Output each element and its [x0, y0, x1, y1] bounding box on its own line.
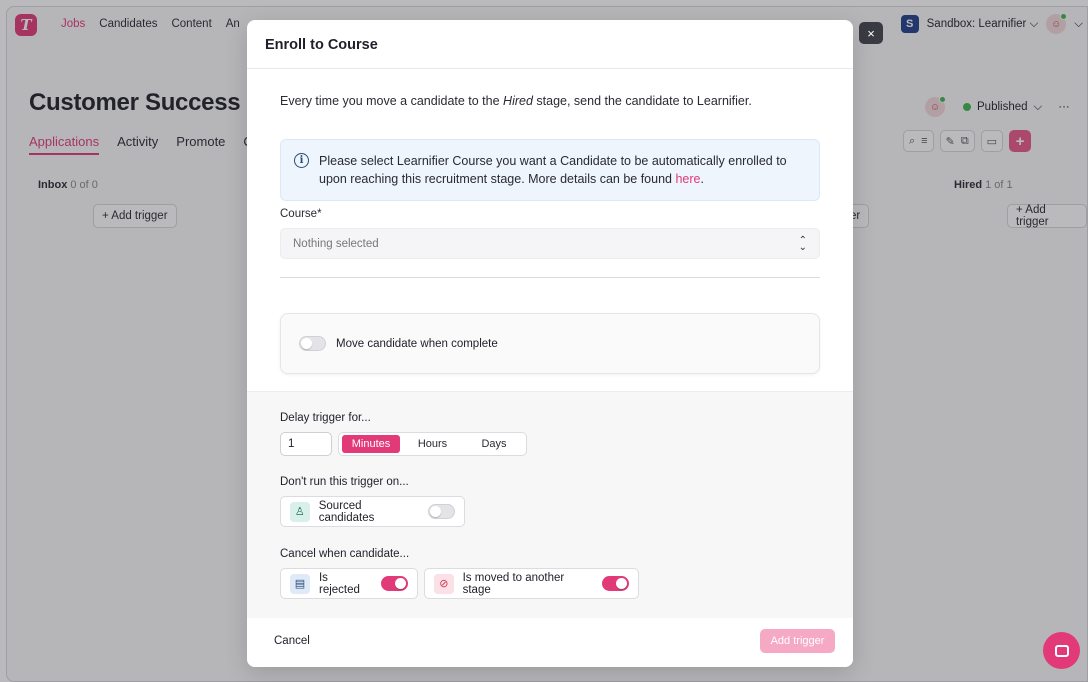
unit-minutes[interactable]: Minutes	[342, 435, 400, 453]
support-chat-button[interactable]	[1043, 632, 1080, 669]
cancel-button[interactable]: Cancel	[274, 635, 310, 647]
course-label: Course*	[280, 208, 322, 220]
move-candidate-card: Move candidate when complete	[280, 313, 820, 374]
blocked-icon: ⊘	[434, 573, 454, 594]
course-select-value: Nothing selected	[293, 237, 379, 250]
select-arrows-icon: ⌃ ⌄	[798, 234, 807, 253]
sourced-candidates-chip: ♙ Sourced candidates	[280, 496, 465, 527]
sourced-label: Sourced candidates	[318, 499, 375, 524]
more-details-link[interactable]: here	[675, 172, 700, 186]
info-icon: i	[294, 153, 309, 168]
course-select[interactable]: Nothing selected ⌃ ⌄	[280, 228, 820, 259]
move-candidate-label: Move candidate when complete	[336, 337, 498, 350]
chat-icon	[1054, 644, 1069, 657]
delay-unit-selector: Minutes Hours Days	[338, 432, 527, 456]
is-rejected-chip: ▤ Is rejected	[280, 568, 418, 599]
delay-amount-input[interactable]: 1	[280, 432, 332, 456]
id-card-icon: ▤	[290, 573, 310, 594]
is-moved-chip: ⊘ Is moved to another stage	[424, 568, 639, 599]
close-modal-button[interactable]: ×	[859, 22, 883, 44]
delay-label: Delay trigger for...	[280, 412, 371, 424]
modal-title: Enroll to Course	[247, 20, 853, 69]
is-moved-toggle[interactable]	[602, 576, 629, 591]
intro-text: Every time you move a candidate to the H…	[280, 94, 752, 108]
dont-run-label: Don't run this trigger on...	[280, 476, 409, 488]
sourced-icon: ♙	[290, 501, 310, 522]
divider	[280, 277, 820, 278]
sourced-toggle[interactable]	[428, 504, 455, 519]
is-rejected-toggle[interactable]	[381, 576, 408, 591]
modal-footer: Cancel Add trigger	[247, 618, 853, 667]
is-moved-label: Is moved to another stage	[462, 571, 565, 596]
enroll-course-modal: Enroll to Course Every time you move a c…	[247, 20, 853, 667]
is-rejected-label: Is rejected	[318, 571, 360, 596]
info-callout: i Please select Learnifier Course you wa…	[280, 139, 820, 201]
cancel-when-label: Cancel when candidate...	[280, 548, 410, 560]
add-trigger-button[interactable]: Add trigger	[760, 629, 835, 653]
unit-days[interactable]: Days	[465, 435, 523, 453]
unit-hours[interactable]: Hours	[400, 435, 465, 453]
move-candidate-toggle[interactable]	[299, 336, 326, 351]
